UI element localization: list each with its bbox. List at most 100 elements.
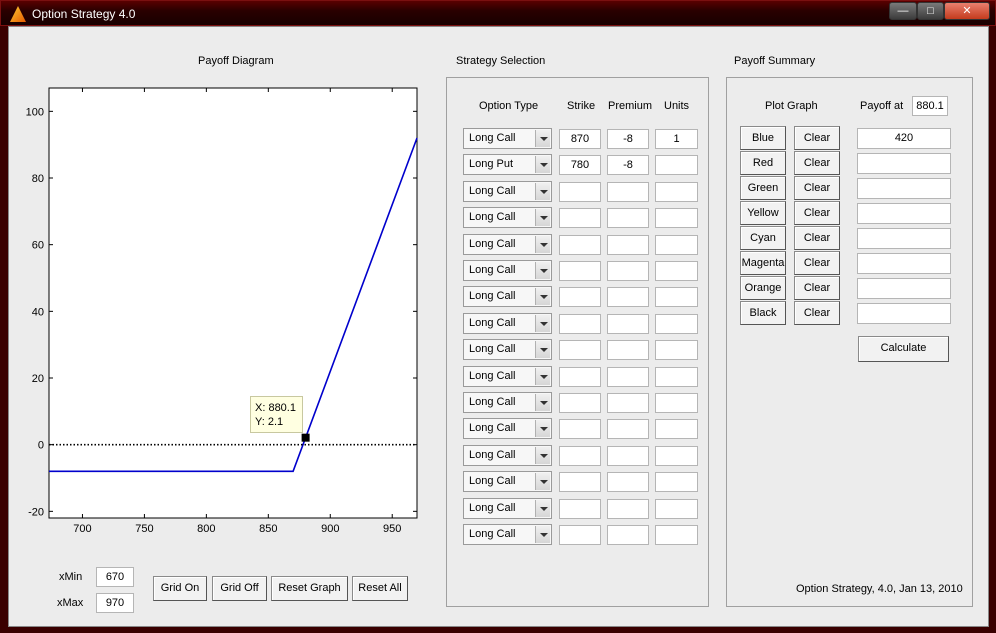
strike-input[interactable] — [559, 525, 601, 545]
grid-off-button[interactable]: Grid Off — [212, 576, 267, 601]
units-input[interactable] — [655, 499, 698, 519]
plot-color-button[interactable]: Red — [740, 151, 786, 175]
chevron-down-icon[interactable] — [535, 420, 550, 437]
option-type-select[interactable]: Long Call — [463, 498, 552, 519]
chevron-down-icon[interactable] — [535, 368, 550, 385]
plot-color-button[interactable]: Magenta — [740, 251, 786, 275]
option-type-select[interactable]: Long Call — [463, 445, 552, 466]
option-type-select[interactable]: Long Call — [463, 207, 552, 228]
units-input[interactable] — [655, 261, 698, 281]
units-input[interactable] — [655, 340, 698, 360]
clear-button[interactable]: Clear — [794, 251, 840, 275]
premium-input[interactable] — [607, 340, 649, 360]
option-type-select[interactable]: Long Call — [463, 260, 552, 281]
option-type-select[interactable]: Long Call — [463, 128, 552, 149]
plot-color-button[interactable]: Cyan — [740, 226, 786, 250]
chevron-down-icon[interactable] — [535, 183, 550, 200]
option-type-select[interactable]: Long Call — [463, 392, 552, 413]
strike-input[interactable] — [559, 340, 601, 360]
chevron-down-icon[interactable] — [535, 236, 550, 253]
plot-color-button[interactable]: Orange — [740, 276, 786, 300]
reset-all-button[interactable]: Reset All — [352, 576, 408, 601]
units-input[interactable] — [655, 472, 698, 492]
chevron-down-icon[interactable] — [535, 262, 550, 279]
units-input[interactable] — [655, 525, 698, 545]
premium-input[interactable] — [607, 261, 649, 281]
option-type-select[interactable]: Long Call — [463, 181, 552, 202]
option-type-select[interactable]: Long Call — [463, 313, 552, 334]
calculate-button[interactable]: Calculate — [858, 336, 949, 362]
clear-button[interactable]: Clear — [794, 176, 840, 200]
plot-color-button[interactable]: Yellow — [740, 201, 786, 225]
option-type-select[interactable]: Long Call — [463, 524, 552, 545]
option-type-select[interactable]: Long Call — [463, 339, 552, 360]
units-input[interactable] — [655, 314, 698, 334]
xmin-input[interactable]: 670 — [96, 567, 134, 587]
premium-input[interactable] — [607, 419, 649, 439]
strike-input[interactable] — [559, 235, 601, 255]
units-input[interactable] — [655, 446, 698, 466]
units-input[interactable] — [655, 393, 698, 413]
units-input[interactable] — [655, 208, 698, 228]
premium-input[interactable] — [607, 393, 649, 413]
premium-input[interactable] — [607, 208, 649, 228]
premium-input[interactable] — [607, 182, 649, 202]
clear-button[interactable]: Clear — [794, 151, 840, 175]
units-input[interactable] — [655, 419, 698, 439]
units-input[interactable] — [655, 235, 698, 255]
premium-input[interactable] — [607, 235, 649, 255]
option-type-select[interactable]: Long Put — [463, 154, 552, 175]
strike-input[interactable] — [559, 393, 601, 413]
clear-button[interactable]: Clear — [794, 201, 840, 225]
chevron-down-icon[interactable] — [535, 341, 550, 358]
chevron-down-icon[interactable] — [535, 315, 550, 332]
option-type-select[interactable]: Long Call — [463, 234, 552, 255]
chevron-down-icon[interactable] — [535, 394, 550, 411]
option-type-select[interactable]: Long Call — [463, 418, 552, 439]
option-type-select[interactable]: Long Call — [463, 286, 552, 307]
chevron-down-icon[interactable] — [535, 130, 550, 147]
plot-color-button[interactable]: Green — [740, 176, 786, 200]
clear-button[interactable]: Clear — [794, 126, 840, 150]
clear-button[interactable]: Clear — [794, 301, 840, 325]
reset-graph-button[interactable]: Reset Graph — [271, 576, 348, 601]
premium-input[interactable] — [607, 287, 649, 307]
strike-input[interactable] — [559, 261, 601, 281]
strike-input[interactable] — [559, 472, 601, 492]
chevron-down-icon[interactable] — [535, 473, 550, 490]
premium-input[interactable] — [607, 367, 649, 387]
option-type-select[interactable]: Long Call — [463, 471, 552, 492]
strike-input[interactable] — [559, 367, 601, 387]
chevron-down-icon[interactable] — [535, 526, 550, 543]
datatip[interactable]: X: 880.1 Y: 2.1 — [250, 396, 303, 433]
strike-input[interactable]: 870 — [559, 129, 601, 149]
units-input[interactable] — [655, 155, 698, 175]
strike-input[interactable] — [559, 446, 601, 466]
strike-input[interactable] — [559, 287, 601, 307]
premium-input[interactable]: -8 — [607, 155, 649, 175]
chevron-down-icon[interactable] — [535, 447, 550, 464]
clear-button[interactable]: Clear — [794, 226, 840, 250]
units-input[interactable]: 1 — [655, 129, 698, 149]
chevron-down-icon[interactable] — [535, 500, 550, 517]
strike-input[interactable]: 780 — [559, 155, 601, 175]
strike-input[interactable] — [559, 419, 601, 439]
units-input[interactable] — [655, 367, 698, 387]
chevron-down-icon[interactable] — [535, 209, 550, 226]
strike-input[interactable] — [559, 208, 601, 228]
plot-color-button[interactable]: Black — [740, 301, 786, 325]
option-type-select[interactable]: Long Call — [463, 366, 552, 387]
premium-input[interactable] — [607, 446, 649, 466]
chevron-down-icon[interactable] — [535, 156, 550, 173]
strike-input[interactable] — [559, 182, 601, 202]
premium-input[interactable] — [607, 472, 649, 492]
units-input[interactable] — [655, 287, 698, 307]
payoff-at-input[interactable]: 880.1 — [912, 96, 948, 116]
premium-input[interactable] — [607, 525, 649, 545]
chevron-down-icon[interactable] — [535, 288, 550, 305]
grid-on-button[interactable]: Grid On — [153, 576, 207, 601]
plot-color-button[interactable]: Blue — [740, 126, 786, 150]
units-input[interactable] — [655, 182, 698, 202]
strike-input[interactable] — [559, 314, 601, 334]
premium-input[interactable]: -8 — [607, 129, 649, 149]
